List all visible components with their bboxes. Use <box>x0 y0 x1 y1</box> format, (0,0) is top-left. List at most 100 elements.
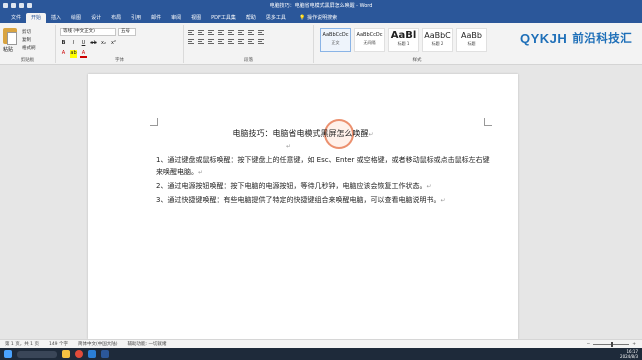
zoom-out-icon[interactable]: − <box>586 342 590 347</box>
paragraph-mark-icon: ↵ <box>426 183 432 190</box>
logo-text: 前沿科技汇 <box>572 31 633 45</box>
redo-icon[interactable] <box>27 2 32 8</box>
line-spacing-icon[interactable] <box>238 38 246 44</box>
style-normal[interactable]: AaBbCcDc 正文 <box>320 28 351 52</box>
crop-mark <box>484 118 492 126</box>
strikethrough-icon[interactable]: ab <box>90 40 97 46</box>
autosave-icon[interactable] <box>3 2 8 8</box>
paragraph-text: 1、通过键盘或鼠标唤醒：按下键盘上的任意键，如 Esc、Enter 或空格键，或… <box>156 156 490 176</box>
style-heading-2[interactable]: AaBbC 标题 2 <box>422 28 453 52</box>
chrome-icon[interactable] <box>75 350 83 358</box>
empty-paragraph[interactable]: ↵ <box>156 140 491 153</box>
word-count[interactable]: 149 个字 <box>49 341 68 347</box>
zoom-control[interactable]: − + <box>586 342 636 347</box>
align-left-icon[interactable] <box>188 38 196 44</box>
title-bar: 电脑技巧：电脑省电模式黑屏怎么唤醒 - Word <box>0 0 642 10</box>
font-family-select[interactable]: 等线 (中文正文) <box>60 28 116 36</box>
edge-icon[interactable] <box>88 350 96 358</box>
window-title: 电脑技巧：电脑省电模式黑屏怎么唤醒 - Word <box>269 3 373 9</box>
style-name: 标题 1 <box>397 41 410 46</box>
paragraph-mark-icon: ↵ <box>368 131 374 138</box>
paragraph-mark-icon: ↵ <box>198 169 204 176</box>
cut-button[interactable]: 剪切 <box>22 29 31 35</box>
underline-icon[interactable]: U <box>80 40 87 46</box>
align-center-icon[interactable] <box>198 38 206 44</box>
styles-label: 样式 <box>412 58 422 63</box>
language-status[interactable]: 简体中文(中国大陆) <box>78 341 118 347</box>
page-count[interactable]: 第 1 页，共 1 页 <box>5 341 39 347</box>
style-title[interactable]: AaBb 标题 <box>456 28 487 52</box>
file-explorer-icon[interactable] <box>62 350 70 358</box>
sort-icon[interactable] <box>248 29 256 35</box>
style-no-spacing[interactable]: AaBbCcDc 无间隔 <box>354 28 385 52</box>
distributed-icon[interactable] <box>228 38 236 44</box>
font-size-select[interactable]: 五号 <box>118 28 136 36</box>
subscript-icon[interactable]: x₂ <box>100 40 107 46</box>
windows-start-icon[interactable] <box>4 350 12 358</box>
style-sample: AaBl <box>390 30 417 41</box>
copy-button[interactable]: 复制 <box>22 37 31 43</box>
paragraph[interactable]: 2、通过电源按钮唤醒：按下电脑的电源按钮，等待几秒钟，电脑应该会恢复工作状态。↵ <box>156 180 491 193</box>
tab-more-tools[interactable]: 思多工具 <box>261 13 291 23</box>
align-right-icon[interactable] <box>208 38 216 44</box>
zoom-in-icon[interactable]: + <box>632 342 636 347</box>
accessibility-status[interactable]: 辅助功能: 一切就绪 <box>128 341 167 347</box>
document-heading[interactable]: 电脑技巧：电脑省电模式黑屏怎么唤醒↵ <box>88 128 518 139</box>
style-name: 无间隔 <box>363 40 376 45</box>
style-name: 标题 <box>467 41 476 46</box>
justify-icon[interactable] <box>218 38 226 44</box>
tab-mailings[interactable]: 邮件 <box>146 13 166 23</box>
tab-layout[interactable]: 布局 <box>106 13 126 23</box>
style-heading-1[interactable]: AaBl 标题 1 <box>388 28 419 52</box>
document-page[interactable]: 电脑技巧：电脑省电模式黑屏怎么唤醒↵ ↵ 1、通过键盘或鼠标唤醒：按下键盘上的任… <box>88 74 518 339</box>
numbering-icon[interactable] <box>198 29 206 35</box>
word-icon[interactable] <box>101 350 109 358</box>
taskbar-search[interactable] <box>17 350 57 358</box>
chinese-layout-icon[interactable] <box>238 29 246 35</box>
brand-logo: QYKJH 前沿科技汇 <box>520 24 642 52</box>
zoom-slider[interactable] <box>593 342 630 347</box>
paragraph-mark-icon: ↵ <box>286 143 292 150</box>
multilevel-list-icon[interactable] <box>208 29 216 35</box>
style-sample: AaBbCcDc <box>356 32 383 38</box>
tab-review[interactable]: 审阅 <box>166 13 186 23</box>
show-marks-icon[interactable] <box>258 29 266 35</box>
paste-icon[interactable] <box>3 28 17 45</box>
superscript-icon[interactable]: x² <box>110 40 117 46</box>
bullets-icon[interactable] <box>188 29 196 35</box>
tab-design[interactable]: 设计 <box>86 13 106 23</box>
tab-file[interactable]: 文件 <box>6 13 26 23</box>
taskbar: 16:17 2024/8/3 <box>0 348 642 360</box>
logo-mark: QYKJH <box>520 30 568 46</box>
bold-icon[interactable]: B <box>60 40 67 46</box>
styles-group: AaBbCcDc 正文 AaBbCcDc 无间隔 AaBl 标题 1 AaBbC… <box>314 25 520 63</box>
tell-me-search[interactable]: 💡 操作说明搜索 <box>299 13 337 23</box>
tab-pdf-tools[interactable]: PDF工具集 <box>206 13 241 23</box>
save-icon[interactable] <box>11 2 16 8</box>
clipboard-group: 粘贴 剪切 复制 格式刷 剪贴板 <box>0 25 56 63</box>
paragraph[interactable]: 1、通过键盘或鼠标唤醒：按下键盘上的任意键，如 Esc、Enter 或空格键，或… <box>156 154 491 179</box>
shading-icon[interactable] <box>248 38 256 44</box>
increase-indent-icon[interactable] <box>228 29 236 35</box>
clipboard-label: 剪贴板 <box>20 58 35 63</box>
borders-icon[interactable] <box>258 38 266 44</box>
crop-mark <box>150 118 158 126</box>
undo-icon[interactable] <box>19 2 24 8</box>
paste-button[interactable]: 粘贴 <box>3 46 13 53</box>
italic-icon[interactable]: I <box>70 40 77 46</box>
font-label: 字体 <box>115 58 124 63</box>
decrease-indent-icon[interactable] <box>218 29 226 35</box>
document-area: 电脑技巧：电脑省电模式黑屏怎么唤醒↵ ↵ 1、通过键盘或鼠标唤醒：按下键盘上的任… <box>0 66 642 339</box>
quick-access-toolbar <box>0 2 32 8</box>
tab-draw[interactable]: 绘图 <box>66 13 86 23</box>
format-painter-button[interactable]: 格式刷 <box>22 45 36 51</box>
font-format-row: B I U ab x₂ x² <box>60 40 117 46</box>
tab-help[interactable]: 帮助 <box>241 13 261 23</box>
tab-home[interactable]: 开始 <box>26 13 47 23</box>
tab-view[interactable]: 视图 <box>186 13 206 23</box>
style-name: 标题 2 <box>431 41 444 46</box>
tab-insert[interactable]: 插入 <box>46 13 66 23</box>
tab-references[interactable]: 引用 <box>126 13 146 23</box>
system-tray[interactable]: 16:17 2024/8/3 <box>620 348 638 360</box>
paragraph[interactable]: 3、通过快捷键唤醒：有些电脑提供了特定的快捷键组合来唤醒电脑，可以查看电脑说明书… <box>156 194 491 207</box>
